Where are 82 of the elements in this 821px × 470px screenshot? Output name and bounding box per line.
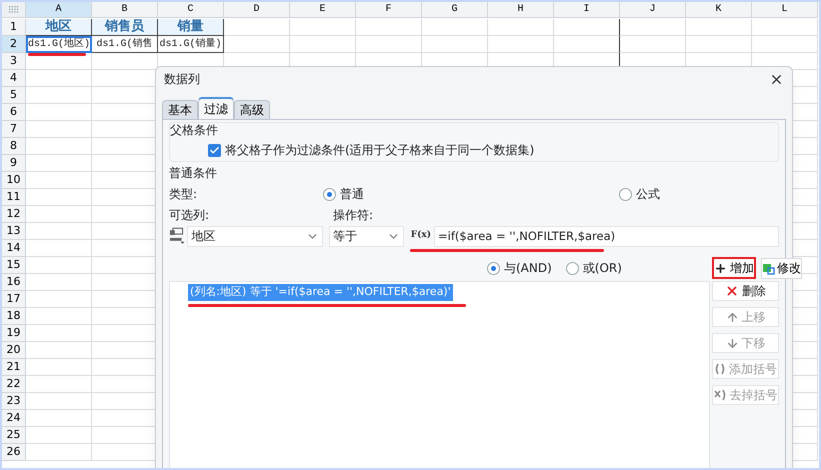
- grid-cell[interactable]: [554, 19, 620, 36]
- tab[interactable]: 基本: [162, 100, 198, 119]
- row-header[interactable]: 2: [2, 36, 26, 53]
- tab[interactable]: 过滤: [198, 97, 234, 119]
- row-header[interactable]: 10: [2, 172, 26, 189]
- row-header[interactable]: 17: [2, 291, 26, 308]
- row-header[interactable]: 14: [2, 240, 26, 257]
- modify-button[interactable]: 修改: [760, 258, 802, 278]
- close-icon: [725, 284, 739, 298]
- row-header[interactable]: 1: [2, 19, 26, 36]
- row-header[interactable]: 4: [2, 70, 26, 87]
- dialog-title: 数据列: [164, 71, 200, 88]
- row-header[interactable]: 25: [2, 427, 26, 444]
- row-header[interactable]: 8: [2, 138, 26, 155]
- radio-label: 公式: [636, 186, 660, 203]
- checkbox-label: 将父格子作为过滤条件(适用于父子格来自于同一个数据集): [225, 142, 534, 159]
- field-label: 类型:: [169, 186, 198, 203]
- row-header[interactable]: 3: [2, 53, 26, 70]
- column-header[interactable]: C: [158, 2, 224, 18]
- formula-input[interactable]: =if($area = '',NOFILTER,$area): [434, 226, 780, 247]
- row-header[interactable]: 5: [2, 87, 26, 104]
- column-header[interactable]: H: [488, 2, 554, 18]
- column-header[interactable]: D: [224, 2, 290, 18]
- header-cell[interactable]: 销售员: [92, 19, 158, 36]
- grid-dots-icon: [8, 6, 18, 13]
- row-header[interactable]: 6: [2, 104, 26, 121]
- grid-cell[interactable]: [554, 36, 620, 53]
- column-header[interactable]: G: [422, 2, 488, 18]
- arrow-up-icon: [726, 310, 738, 324]
- sheet-corner[interactable]: [2, 2, 26, 18]
- row-header[interactable]: 20: [2, 342, 26, 359]
- remove-parentheses-icon: [714, 389, 726, 401]
- column-header[interactable]: F: [356, 2, 422, 18]
- column-select[interactable]: 地区: [187, 226, 324, 246]
- row-header[interactable]: 16: [2, 274, 26, 291]
- field-label: 可选列:: [169, 207, 210, 224]
- row-header[interactable]: 23: [2, 393, 26, 410]
- add-button[interactable]: 增加: [712, 257, 756, 279]
- field-label: 操作符:: [333, 207, 374, 224]
- row-header[interactable]: 12: [2, 206, 26, 223]
- section-title: 普通条件: [169, 166, 217, 180]
- radio-button[interactable]: [566, 262, 579, 274]
- formula-cell[interactable]: ds1.G(销量): [158, 36, 224, 53]
- radio-label: 普通: [340, 186, 364, 203]
- side-button[interactable]: 删除: [712, 281, 779, 301]
- column-header[interactable]: B: [92, 2, 158, 18]
- column-header[interactable]: J: [620, 2, 686, 18]
- parentheses-icon: [714, 363, 726, 375]
- row-header[interactable]: 26: [2, 444, 26, 461]
- tab[interactable]: 高级: [234, 100, 270, 119]
- section-title: 父格条件: [170, 123, 219, 137]
- row-header[interactable]: 18: [2, 308, 26, 325]
- row-header[interactable]: 19: [2, 325, 26, 342]
- column-header[interactable]: E: [290, 2, 356, 18]
- radio-label: 或(OR): [582, 260, 622, 277]
- operator-select[interactable]: 等于: [329, 226, 404, 246]
- column-header[interactable]: K: [686, 2, 752, 18]
- checkbox[interactable]: [208, 144, 221, 156]
- formula-cell[interactable]: ds1.G(地区): [26, 36, 92, 53]
- radio-button[interactable]: [619, 188, 632, 200]
- row-header[interactable]: 7: [2, 121, 26, 138]
- header-cell[interactable]: 销量: [158, 19, 224, 36]
- radio-label: 与(AND): [504, 260, 552, 277]
- row-header[interactable]: 9: [2, 155, 26, 172]
- row-header[interactable]: 21: [2, 359, 26, 376]
- radio-button[interactable]: [323, 188, 336, 200]
- row-header[interactable]: 15: [2, 257, 26, 274]
- column-header[interactable]: A: [26, 2, 92, 18]
- header-cell[interactable]: 地区: [26, 19, 92, 36]
- radio-button[interactable]: [487, 262, 500, 274]
- column-header[interactable]: I: [554, 2, 620, 18]
- column-header[interactable]: L: [752, 2, 818, 18]
- plus-icon: [714, 262, 727, 274]
- row-header[interactable]: 11: [2, 189, 26, 206]
- edit-icon: [762, 262, 775, 274]
- formula-cell[interactable]: ds1.G(销售: [92, 36, 158, 53]
- row-header[interactable]: 22: [2, 376, 26, 393]
- row-header[interactable]: 24: [2, 410, 26, 427]
- arrow-down-icon: [726, 336, 738, 350]
- table-column-icon: [169, 227, 184, 245]
- row-header[interactable]: 13: [2, 223, 26, 240]
- formula-button[interactable]: F(x): [410, 229, 432, 243]
